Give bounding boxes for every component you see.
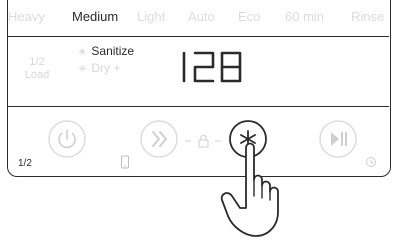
cycle-rinse[interactable]: Rinse: [351, 9, 384, 24]
cycle-60-min[interactable]: 60 min: [285, 9, 324, 24]
power-icon: [58, 129, 76, 149]
half-load-label: Load: [24, 69, 50, 81]
clock-icon: [366, 157, 376, 167]
cycle-medium[interactable]: Medium: [72, 9, 118, 24]
half-load-indicator: 1/2 Load: [20, 56, 54, 82]
phone-icon: [121, 155, 129, 169]
option-dry-plus[interactable]: ✳ Dry +: [78, 61, 120, 75]
cycle-heavy[interactable]: Heavy: [8, 9, 45, 24]
dry-plus-label: Dry +: [91, 61, 121, 75]
half-load-fraction: 1/2: [29, 56, 45, 68]
pointing-hand-icon: [220, 142, 279, 237]
option-sanitize[interactable]: ✳ Sanitize: [78, 44, 134, 58]
top-divider: [8, 36, 389, 37]
middle-divider: [8, 106, 389, 107]
dry-plus-star-icon: ✳: [78, 64, 87, 75]
play-pause-icon: [331, 132, 347, 146]
cycle-auto[interactable]: Auto: [188, 9, 215, 24]
power-button[interactable]: [47, 119, 87, 159]
time-display: 128: [178, 49, 246, 90]
half-load-bottom-label: 1/2: [18, 158, 32, 169]
cycle-row: Heavy Medium Light Auto Eco 60 min Rinse: [0, 9, 398, 29]
cycle-select-button[interactable]: [139, 119, 179, 159]
start-pause-button[interactable]: [318, 119, 358, 159]
seven-segment-digits: [182, 51, 242, 83]
sanitize-label: Sanitize: [91, 44, 135, 58]
cycle-eco[interactable]: Eco: [238, 9, 260, 24]
lock-icon: [198, 134, 209, 148]
cycle-light[interactable]: Light: [137, 9, 165, 24]
double-chevron-icon: [152, 131, 167, 147]
sanitize-star-icon: ✳: [78, 47, 87, 58]
